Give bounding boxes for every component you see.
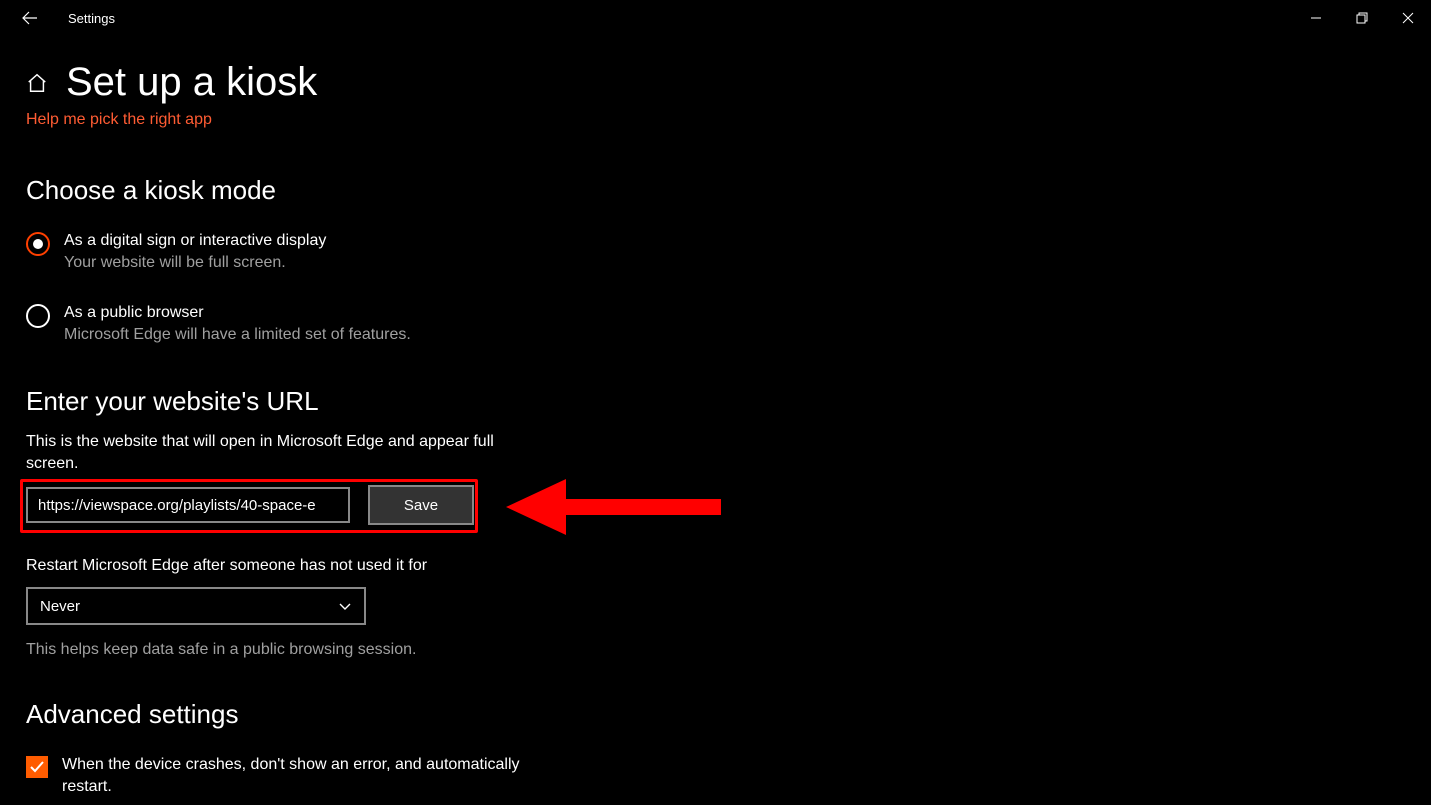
url-input[interactable] (26, 487, 350, 523)
radio-unselected-icon (26, 304, 50, 328)
radio-label: As a public browser (64, 302, 411, 324)
back-button[interactable] (12, 0, 48, 36)
page-title: Set up a kiosk (66, 60, 317, 105)
select-value: Never (40, 598, 80, 615)
home-icon[interactable] (26, 72, 48, 94)
kiosk-mode-option-display[interactable]: As a digital sign or interactive display… (26, 230, 726, 274)
titlebar: Settings (0, 0, 1431, 36)
url-input-row: Save (26, 485, 726, 525)
help-link[interactable]: Help me pick the right app (26, 111, 726, 129)
advanced-heading: Advanced settings (26, 699, 726, 730)
minimize-button[interactable] (1293, 0, 1339, 36)
chevron-down-icon (338, 599, 352, 613)
back-arrow-icon (22, 10, 38, 26)
close-icon (1402, 12, 1414, 24)
maximize-button[interactable] (1339, 0, 1385, 36)
radio-sublabel: Your website will be full screen. (64, 252, 326, 274)
radio-label: As a digital sign or interactive display (64, 230, 326, 252)
checkbox-label: When the device crashes, don't show an e… (62, 754, 522, 798)
restart-hint: This helps keep data safe in a public br… (26, 641, 726, 659)
kiosk-mode-heading: Choose a kiosk mode (26, 175, 726, 206)
checkbox-checked-icon (26, 756, 48, 778)
url-section-heading: Enter your website's URL (26, 386, 726, 417)
close-button[interactable] (1385, 0, 1431, 36)
save-button[interactable]: Save (368, 485, 474, 525)
url-section-description: This is the website that will open in Mi… (26, 431, 506, 475)
restart-timeout-select[interactable]: Never (26, 587, 366, 625)
minimize-icon (1310, 12, 1322, 24)
auto-restart-checkbox-row[interactable]: When the device crashes, don't show an e… (26, 754, 726, 798)
page-content: Set up a kiosk Help me pick the right ap… (0, 36, 726, 798)
kiosk-mode-option-browser[interactable]: As a public browser Microsoft Edge will … (26, 302, 726, 346)
radio-selected-icon (26, 232, 50, 256)
app-title: Settings (68, 11, 115, 26)
radio-sublabel: Microsoft Edge will have a limited set o… (64, 324, 411, 346)
annotation-arrow-icon (506, 477, 726, 537)
maximize-icon (1356, 12, 1368, 24)
restart-label: Restart Microsoft Edge after someone has… (26, 557, 726, 575)
window-controls (1293, 0, 1431, 36)
page-header: Set up a kiosk (26, 60, 726, 105)
